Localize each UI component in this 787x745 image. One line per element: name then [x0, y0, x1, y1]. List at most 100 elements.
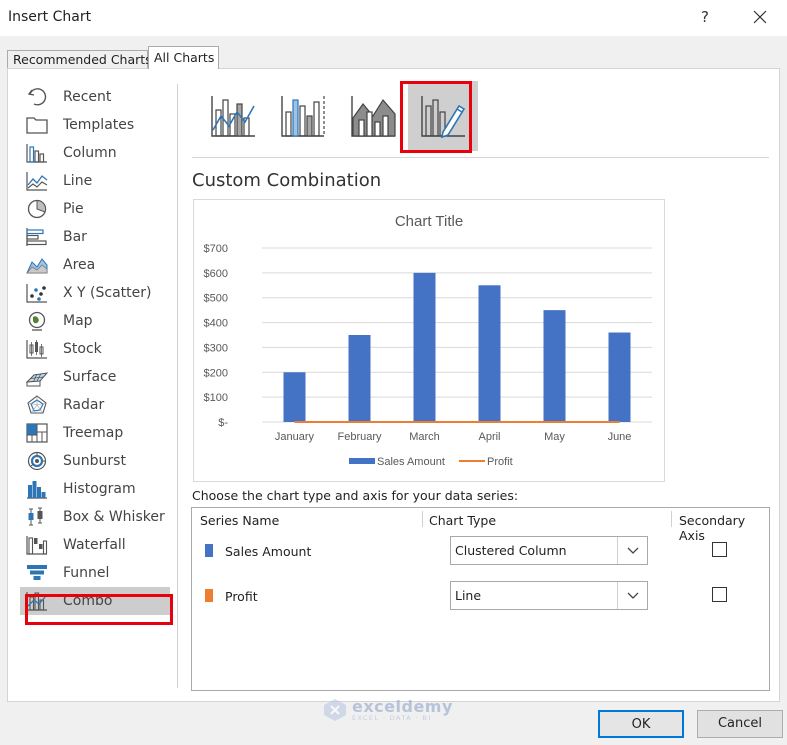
y-tick-label: $300: [204, 342, 228, 354]
x-tick-label: June: [608, 431, 632, 443]
exceldemy-logo-icon: [324, 698, 346, 721]
sidebar-item-templates[interactable]: Templates: [26, 111, 176, 139]
box-whisker-chart-icon: [28, 507, 43, 526]
chart-type-select-sales-amount[interactable]: Clustered Column: [450, 536, 648, 565]
window-title: Insert Chart: [8, 9, 92, 25]
header-chart-type: Chart Type: [429, 513, 497, 528]
custom-combination-icon: [421, 96, 466, 139]
subtype-custom-combination[interactable]: [408, 81, 478, 151]
x-tick-label: May: [544, 431, 565, 443]
combo-subtype-gallery: [198, 81, 498, 151]
clustered-column-line-icon: [211, 96, 255, 137]
sidebar-item-label: Funnel: [63, 565, 110, 581]
sidebar-item-combo[interactable]: Combo: [20, 587, 170, 615]
stacked-area-clustered-column-icon: [351, 96, 396, 137]
combo-chart-icon: [26, 592, 47, 611]
sidebar-item-area[interactable]: Area: [26, 251, 176, 279]
sidebar-item-label: Pie: [63, 201, 84, 217]
sidebar-item-bar[interactable]: Bar: [26, 223, 176, 251]
sidebar-item-label: Sunburst: [63, 453, 126, 469]
sidebar-item-label: Bar: [63, 229, 87, 245]
ok-button[interactable]: OK: [598, 710, 684, 738]
chart-type-select-profit[interactable]: Line: [450, 581, 648, 610]
tab-all-charts[interactable]: All Charts: [148, 46, 219, 69]
chart-type-value: Line: [455, 588, 482, 603]
help-button[interactable]: ?: [694, 6, 716, 28]
sunburst-chart-icon: [27, 451, 47, 471]
sidebar-item-label: Line: [63, 173, 93, 189]
bar-march: [413, 272, 436, 422]
sidebar-item-stock[interactable]: Stock: [26, 335, 176, 363]
x-tick-label: February: [337, 431, 382, 443]
templates-icon: [26, 117, 48, 134]
tab-strip: Recommended Charts All Charts: [0, 36, 787, 69]
y-tick-label: $600: [204, 268, 228, 280]
legend-label: Profit: [487, 456, 513, 468]
gallery-separator: [192, 157, 769, 158]
sidebar-item-column[interactable]: Column: [26, 139, 176, 167]
secondary-axis-checkbox-sales-amount[interactable]: [712, 542, 727, 557]
sidebar-item-surface[interactable]: Surface: [26, 363, 176, 391]
sidebar-item-line[interactable]: Line: [26, 167, 176, 195]
sidebar-item-label: Column: [63, 145, 117, 161]
sidebar-item-recent[interactable]: Recent: [26, 83, 176, 111]
bar-january: [283, 372, 306, 422]
pie-chart-icon: [27, 199, 47, 219]
secondary-axis-checkbox-profit[interactable]: [712, 587, 727, 602]
tab-recommended-charts[interactable]: Recommended Charts: [7, 50, 152, 68]
header-secondary-axis: Secondary Axis: [679, 513, 746, 543]
subtype-clustered-column-line-secondary[interactable]: [268, 81, 338, 151]
x-tick-label: April: [478, 431, 500, 443]
chart-preview: Chart Title $- $100 $200 $300 $400 $500 $600 $7…: [193, 199, 665, 482]
close-icon: [753, 10, 767, 24]
sidebar-item-label: Treemap: [63, 425, 124, 441]
sidebar-item-waterfall[interactable]: Waterfall: [26, 531, 176, 559]
radar-chart-icon: [27, 395, 47, 414]
close-button[interactable]: [748, 6, 772, 28]
chevron-down-icon: [627, 592, 638, 599]
sidebar-item-funnel[interactable]: Funnel: [26, 559, 176, 587]
bar-may: [543, 310, 566, 422]
sidebar-item-label: Recent: [63, 89, 112, 105]
recent-icon: [27, 88, 47, 106]
series-name-sales-amount: Sales Amount: [225, 544, 312, 559]
dropdown-arrow[interactable]: [617, 537, 647, 564]
sidebar-item-map[interactable]: Map: [26, 307, 176, 335]
sidebar-item-radar[interactable]: Radar: [26, 391, 176, 419]
line-chart-icon: [26, 172, 48, 191]
title-bar: Insert Chart ?: [0, 0, 787, 36]
sidebar-item-histogram[interactable]: Histogram: [26, 475, 176, 503]
sidebar-item-sunburst[interactable]: Sunburst: [26, 447, 176, 475]
subtype-stacked-area-column[interactable]: [338, 81, 408, 151]
sidebar-item-pie[interactable]: Pie: [26, 195, 176, 223]
choose-series-label: Choose the chart type and axis for your …: [192, 488, 519, 503]
y-tick-label: $400: [204, 318, 228, 330]
scatter-chart-icon: [26, 284, 47, 303]
subtype-clustered-column-line[interactable]: [198, 81, 268, 151]
series-name-profit: Profit: [225, 589, 258, 604]
chart-title: Chart Title: [395, 213, 463, 230]
legend-label: Sales Amount: [377, 456, 445, 468]
sidebar-item-label: Surface: [63, 369, 117, 385]
sidebar-item-label: Stock: [63, 341, 102, 357]
sidebar-item-label: Radar: [63, 397, 105, 413]
map-chart-icon: [28, 311, 46, 331]
sidebar-item-label: Templates: [63, 117, 135, 133]
histogram-chart-icon: [27, 481, 47, 499]
cancel-button[interactable]: Cancel: [697, 710, 783, 738]
series-color-swatch: [205, 544, 213, 557]
dropdown-arrow[interactable]: [617, 582, 647, 609]
sidebar-item-label: Area: [63, 257, 96, 273]
sidebar-item-treemap[interactable]: Treemap: [26, 419, 176, 447]
series-color-swatch: [205, 589, 213, 602]
sidebar-item-label: Box & Whisker: [63, 509, 165, 525]
bar-february: [348, 335, 371, 422]
all-charts-panel: Recent Templates Column Line Pie Bar Are…: [7, 68, 780, 702]
combo-chart: Chart Title $- $100 $200 $300 $400 $500 $600 $7…: [204, 213, 652, 468]
sidebar-item-scatter[interactable]: X Y (Scatter): [26, 279, 176, 307]
header-separator: [671, 511, 672, 527]
sidebar-item-label: Waterfall: [63, 537, 126, 553]
sidebar-item-label: X Y (Scatter): [63, 285, 152, 301]
sidebar-item-box-whisker[interactable]: Box & Whisker: [26, 503, 176, 531]
waterfall-chart-icon: [26, 536, 48, 555]
